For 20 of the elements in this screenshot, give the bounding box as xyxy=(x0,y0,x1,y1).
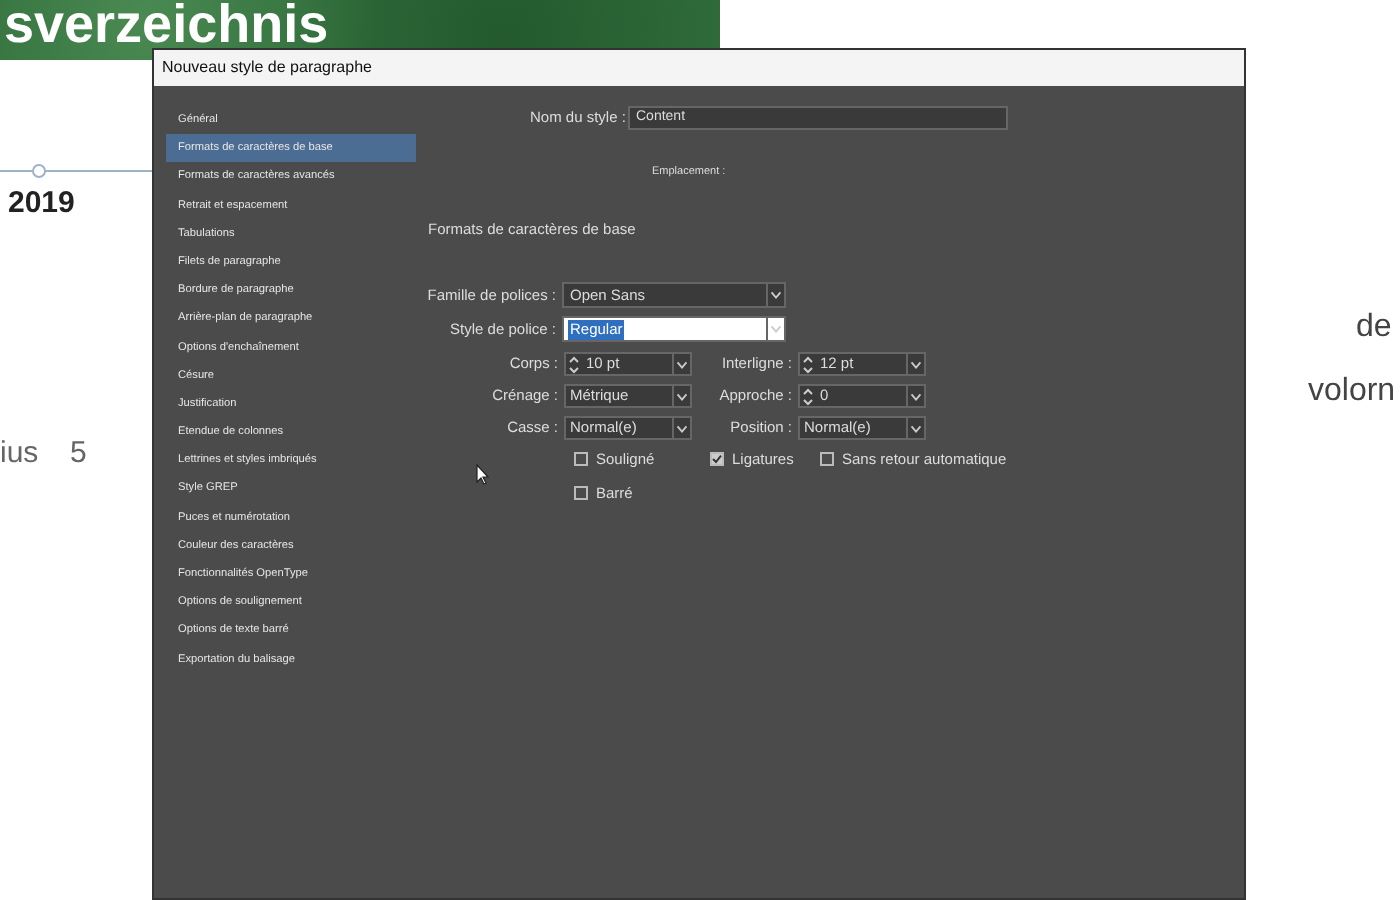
page-text: ius xyxy=(0,434,39,474)
caret-icon xyxy=(906,417,924,439)
page-text: volorn xyxy=(1308,372,1396,412)
caret-icon xyxy=(672,385,690,407)
spinner-icon xyxy=(800,353,816,375)
caret-icon xyxy=(906,353,924,375)
page-text: de xyxy=(1356,308,1392,348)
caret-icon xyxy=(766,318,784,340)
caret-icon xyxy=(672,353,690,375)
spinner-icon xyxy=(800,385,816,407)
page-heading: sverzeichnis xyxy=(4,0,329,48)
page-text: 5 xyxy=(70,434,87,474)
spinner-icon xyxy=(566,353,582,375)
check-icon xyxy=(712,454,722,465)
caret-icon xyxy=(672,417,690,439)
caret-icon xyxy=(906,385,924,407)
year-text: 2019 xyxy=(8,184,75,224)
window-title: Nouveau style de paragraphe xyxy=(162,56,372,80)
caret-icon xyxy=(766,284,784,306)
mouse-pointer-icon xyxy=(476,464,490,486)
